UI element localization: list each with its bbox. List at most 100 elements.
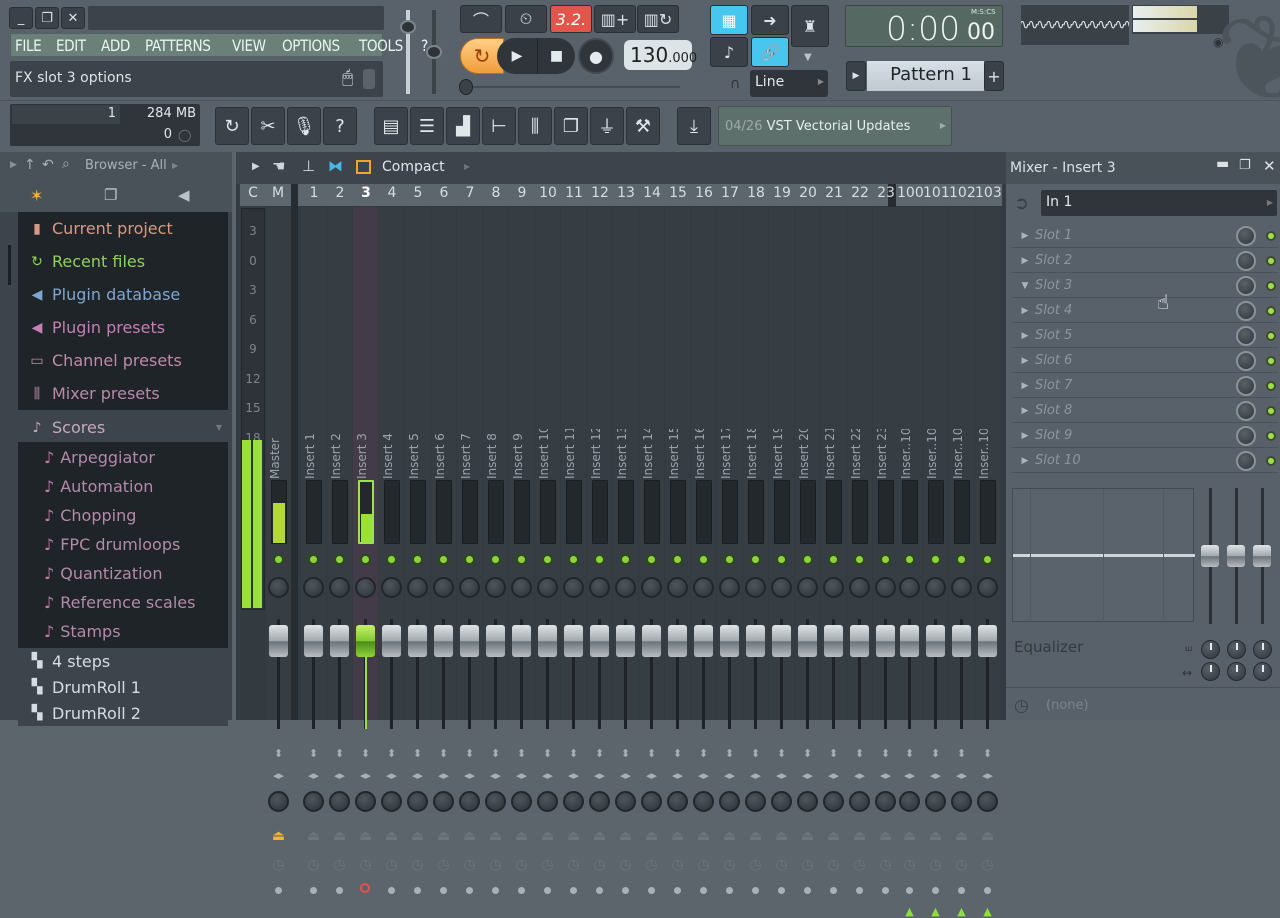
volume-fader[interactable]: [642, 625, 661, 657]
latency-clock-icon[interactable]: ◷: [431, 857, 456, 873]
fx-slot[interactable]: ▶ Slot 7: [1012, 374, 1278, 398]
route-icon[interactable]: ⏏: [405, 828, 430, 844]
browser-item[interactable]: ◀ Plugin presets: [18, 311, 228, 344]
mute-led[interactable]: [334, 554, 345, 565]
mute-led[interactable]: [802, 554, 813, 565]
arm-record-active[interactable]: [360, 883, 370, 893]
stereo-knob[interactable]: [875, 791, 896, 812]
swap-up-down-icon[interactable]: ⬍: [975, 747, 1000, 760]
stereo-knob[interactable]: [797, 791, 818, 812]
hand-drag-icon[interactable]: ☚: [272, 157, 285, 175]
file-item[interactable]: ▚ 4 steps: [18, 648, 228, 674]
route-icon[interactable]: ⏏: [769, 828, 794, 844]
mixer-strip[interactable]: Insert 6 ⬍ ◂▸ ⏏ ◷: [431, 207, 456, 894]
send-arrow-icon[interactable]: ▲: [923, 905, 948, 918]
slot-mix-knob[interactable]: [1236, 250, 1256, 271]
pan-knob[interactable]: [511, 577, 532, 598]
volume-fader[interactable]: [512, 625, 531, 657]
arm-record-dot[interactable]: [958, 887, 965, 894]
menu-patterns[interactable]: PATTERNS: [145, 36, 211, 55]
latency-clock-icon[interactable]: ◷: [743, 857, 768, 873]
arm-record-dot[interactable]: [726, 887, 733, 894]
chevron-right-icon[interactable]: ▶: [464, 162, 470, 171]
insert-number[interactable]: 9: [509, 185, 535, 201]
record-button[interactable]: ●: [578, 38, 614, 74]
pan-knob[interactable]: [849, 577, 870, 598]
volume-fader[interactable]: [694, 625, 713, 657]
swap-up-down-icon[interactable]: ⬍: [353, 747, 378, 760]
arm-record-dot[interactable]: [984, 887, 991, 894]
mute-led[interactable]: [438, 554, 449, 565]
route-icon[interactable]: ⏏: [587, 828, 612, 844]
pan-knob[interactable]: [537, 577, 558, 598]
fx-slot[interactable]: ▶ Slot 9: [1012, 424, 1278, 448]
arm-record-dot[interactable]: [906, 887, 913, 894]
song-position-slider[interactable]: [459, 79, 473, 95]
insert-number[interactable]: 20: [795, 185, 821, 201]
stereo-knob[interactable]: [641, 791, 662, 812]
eq-band-fader[interactable]: [1253, 545, 1271, 567]
slot-enable-led[interactable]: [1266, 405, 1276, 416]
minimize-button[interactable]: _: [9, 7, 33, 29]
swap-up-down-icon[interactable]: ⬍: [379, 747, 404, 760]
pan-knob[interactable]: [875, 577, 896, 598]
browser-scrollbar[interactable]: [8, 245, 11, 285]
insert-number[interactable]: 4: [379, 185, 405, 201]
mute-led[interactable]: [412, 554, 423, 565]
mute-led[interactable]: [542, 554, 553, 565]
eq-knob[interactable]: [1201, 662, 1220, 681]
swap-up-down-icon[interactable]: ⬍: [535, 747, 560, 760]
mute-led[interactable]: [956, 554, 967, 565]
insert-number[interactable]: 11: [561, 185, 587, 201]
latency-clock-icon[interactable]: ◷: [379, 857, 404, 873]
route-icon[interactable]: ⏏: [975, 828, 1000, 844]
master-volume-slider[interactable]: [400, 20, 416, 34]
latency-clock-icon[interactable]: ◷: [327, 857, 352, 873]
latency-clock-icon[interactable]: ◷: [949, 857, 974, 873]
stereo-separation-icon[interactable]: ◂▸: [509, 769, 534, 782]
arm-record-dot[interactable]: [804, 887, 811, 894]
eq-graph[interactable]: [1012, 488, 1195, 623]
triangle-right-icon[interactable]: ▶: [1015, 231, 1035, 241]
arm-record-dot[interactable]: [752, 887, 759, 894]
stereo-separation-icon[interactable]: ◂▸: [743, 769, 768, 782]
stereo-knob[interactable]: [823, 791, 844, 812]
latency-clock-icon[interactable]: ◷: [301, 857, 326, 873]
mixer-strip[interactable]: Insert 14 ⬍ ◂▸ ⏏ ◷: [639, 207, 664, 894]
latency-clock-icon[interactable]: ◷: [665, 857, 690, 873]
stereo-separation-icon[interactable]: ◂▸: [561, 769, 586, 782]
stereo-separation-icon[interactable]: ◂▸: [691, 769, 716, 782]
swap-up-down-icon[interactable]: ⬍: [795, 747, 820, 760]
score-item[interactable]: ♪ Stamps: [18, 617, 228, 646]
mute-led[interactable]: [750, 554, 761, 565]
swap-up-down-icon[interactable]: ⬍: [301, 747, 326, 760]
pan-knob[interactable]: [485, 577, 506, 598]
slot-enable-led[interactable]: [1266, 430, 1276, 441]
volume-fader[interactable]: [538, 625, 557, 657]
blend-notes-button[interactable]: ♪: [710, 37, 748, 67]
latency-clock-icon[interactable]: ◷: [769, 857, 794, 873]
volume-fader[interactable]: [564, 625, 583, 657]
mute-led[interactable]: [620, 554, 631, 565]
file-item[interactable]: ▚ DrumRoll 1: [18, 674, 228, 700]
stereo-knob[interactable]: [407, 791, 428, 812]
arm-record-dot[interactable]: [570, 887, 577, 894]
arm-record-dot[interactable]: [492, 887, 499, 894]
mixer-strip[interactable]: Insert 23 ⬍ ◂▸ ⏏ ◷: [873, 207, 898, 894]
triangle-right-icon[interactable]: ▶: [252, 161, 260, 172]
stereo-separation-icon[interactable]: ◂▸: [975, 769, 1000, 782]
stereo-separation-icon[interactable]: ◂▸: [769, 769, 794, 782]
pan-knob[interactable]: [951, 577, 972, 598]
mute-led[interactable]: [490, 554, 501, 565]
stereo-separation-icon[interactable]: ◂▸: [897, 769, 922, 782]
stereo-knob[interactable]: [849, 791, 870, 812]
minimize-icon[interactable]: ▬: [1216, 156, 1229, 172]
mute-led[interactable]: [854, 554, 865, 565]
pan-knob[interactable]: [641, 577, 662, 598]
swap-up-down-icon[interactable]: ⬍: [873, 747, 898, 760]
route-icon[interactable]: ⏏: [847, 828, 872, 844]
mute-led[interactable]: [982, 554, 993, 565]
undo-history-button[interactable]: ↻: [215, 107, 249, 145]
mixer-strip[interactable]: Insert 2 ⬍ ◂▸ ⏏ ◷: [327, 207, 352, 894]
route-icon[interactable]: ⏏: [665, 828, 690, 844]
